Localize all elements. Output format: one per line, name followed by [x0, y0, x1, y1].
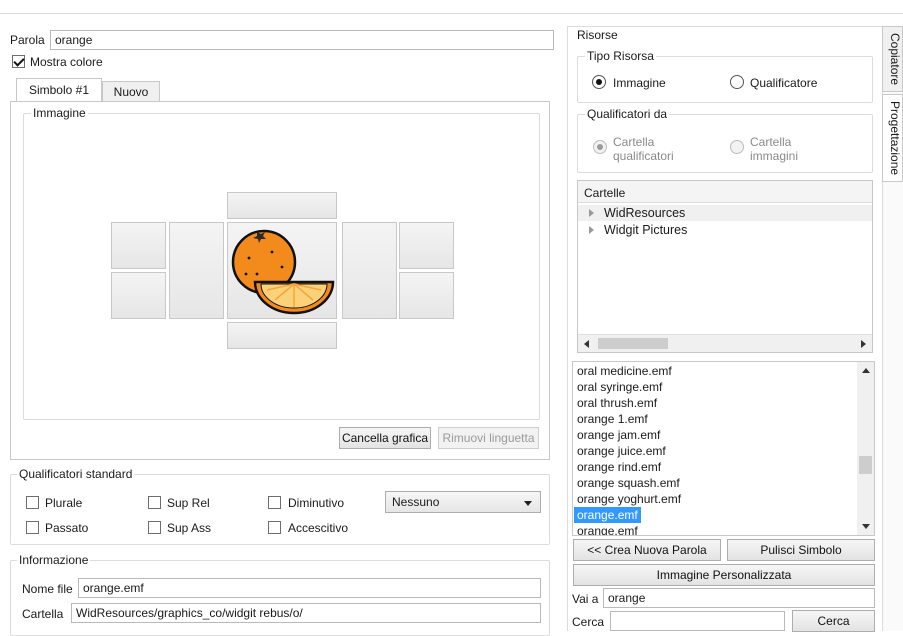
folder-images-radio[interactable]: [730, 140, 744, 154]
tree-item-label: Widgit Pictures: [604, 223, 688, 237]
list-item[interactable]: orange.emf: [577, 523, 638, 535]
resource-type-title: Tipo Risorsa: [585, 49, 656, 63]
augmentative-label: Accescitivo: [288, 521, 349, 535]
create-new-word-button[interactable]: << Crea Nuova Parola: [573, 539, 721, 561]
slot-left-outer-top[interactable]: [111, 222, 166, 269]
type-qualifier-label: Qualificatore: [750, 76, 818, 90]
scroll-left-icon[interactable]: [584, 340, 589, 348]
folder-qualifiers-radio[interactable]: [593, 140, 607, 154]
tab-new-label: Nuovo: [113, 85, 149, 99]
filename-field[interactable]: orange.emf: [78, 578, 541, 598]
folder-images-label-1: Cartella: [750, 135, 792, 149]
slot-left-outer-bottom[interactable]: [111, 272, 166, 319]
side-tab-copiatore[interactable]: Copiatore: [882, 26, 903, 92]
resources-title: Risorse: [577, 28, 618, 42]
clear-symbol-button[interactable]: Pulisci Simbolo: [727, 539, 875, 561]
augmentative-checkbox[interactable]: [268, 521, 281, 534]
scroll-up-icon[interactable]: [862, 368, 870, 373]
tree-item-widresources[interactable]: WidResources: [578, 205, 872, 221]
sup-rel-checkbox[interactable]: [148, 496, 161, 509]
chevron-down-icon: [524, 501, 532, 506]
file-list-scrollbar[interactable]: [857, 362, 874, 535]
diminutive-checkbox[interactable]: [268, 496, 281, 509]
diminutive-label: Diminutivo: [288, 496, 345, 510]
expand-arrow-icon: [589, 226, 594, 234]
word-label: Parola: [10, 33, 45, 47]
search-label: Cerca: [572, 615, 605, 629]
folder-label: Cartella: [22, 607, 64, 621]
list-item[interactable]: orange jam.emf: [577, 427, 660, 443]
expand-arrow-icon: [589, 209, 594, 217]
file-list[interactable]: oral medicine.emf oral syringe.emf oral …: [572, 361, 875, 536]
qualifiers-from-title: Qualificatori da: [585, 107, 670, 121]
remove-tab-button[interactable]: Rimuovi linguetta: [438, 427, 539, 449]
show-color-checkbox[interactable]: [12, 55, 25, 68]
side-tab-copiatore-label: Copiatore: [888, 32, 902, 86]
folder-field[interactable]: WidResources/graphics_co/widgit rebus/o/: [71, 603, 541, 623]
past-label: Passato: [45, 521, 89, 535]
folders-header: Cartelle: [578, 181, 872, 203]
type-image-label: Immagine: [613, 76, 666, 90]
folder-qualifiers-label-1: Cartella: [613, 135, 655, 149]
side-tab-progettazione[interactable]: Progettazione: [882, 94, 903, 182]
type-qualifier-radio[interactable]: [730, 75, 744, 89]
tab-new[interactable]: Nuovo: [102, 81, 160, 102]
folder-images-label-2: immagini: [750, 149, 799, 163]
slot-top[interactable]: [227, 192, 337, 219]
slot-right-outer-bottom[interactable]: [399, 272, 454, 319]
list-item[interactable]: orange rind.emf: [577, 459, 661, 475]
word-input[interactable]: orange: [50, 30, 554, 50]
tree-item-label: WidResources: [604, 206, 686, 220]
scroll-thumb[interactable]: [859, 456, 872, 474]
slot-bottom[interactable]: [227, 322, 337, 349]
sup-rel-label: Sup Rel: [167, 496, 210, 510]
sup-ass-label: Sup Ass: [167, 521, 212, 535]
image-group-title: Immagine: [31, 106, 88, 120]
goto-input[interactable]: orange: [603, 588, 875, 608]
qualifier-select-value: Nessuno: [392, 495, 440, 509]
scroll-thumb[interactable]: [598, 338, 668, 349]
show-color-label: Mostra colore: [30, 55, 103, 69]
tree-item-widgit-pictures[interactable]: Widgit Pictures: [578, 222, 872, 238]
orange-picture: [231, 229, 335, 315]
plural-checkbox[interactable]: [26, 496, 39, 509]
tab-symbol-1[interactable]: Simbolo #1: [16, 78, 102, 102]
scroll-right-icon[interactable]: [861, 340, 866, 348]
plural-label: Plurale: [45, 496, 83, 510]
slot-right-outer-top[interactable]: [399, 222, 454, 269]
list-item[interactable]: oral syringe.emf: [577, 379, 662, 395]
list-item-selected[interactable]: orange.emf: [574, 507, 641, 523]
filename-label: Nome file: [22, 582, 73, 596]
list-item[interactable]: orange squash.emf: [577, 475, 680, 491]
qualifiers-title: Qualificatori standard: [17, 467, 135, 481]
slot-left-inner[interactable]: [169, 222, 224, 319]
list-item[interactable]: oral thrush.emf: [577, 395, 657, 411]
folders-tree[interactable]: Cartelle WidResources Widgit Pictures: [577, 180, 873, 353]
info-title: Informazione: [17, 553, 91, 567]
clear-graphic-button[interactable]: Cancella grafica: [339, 427, 431, 449]
qualifier-select[interactable]: Nessuno: [385, 491, 541, 513]
info-group: [10, 560, 550, 636]
slot-right-inner[interactable]: [342, 222, 397, 319]
tab-symbol-1-label: Simbolo #1: [28, 83, 90, 97]
folders-header-label: Cartelle: [584, 186, 626, 200]
scroll-down-icon[interactable]: [862, 524, 870, 529]
tree-horizontal-scrollbar[interactable]: [578, 334, 872, 352]
list-item[interactable]: orange yoghurt.emf: [577, 491, 681, 507]
custom-image-button[interactable]: Immagine Personalizzata: [573, 564, 875, 586]
top-divider: [0, 13, 903, 14]
side-tab-progettazione-label: Progettazione: [888, 100, 902, 176]
sup-ass-checkbox[interactable]: [148, 521, 161, 534]
goto-label: Vai a: [572, 592, 599, 606]
search-button[interactable]: Cerca: [792, 610, 875, 632]
list-item[interactable]: orange juice.emf: [577, 443, 666, 459]
list-item[interactable]: orange 1.emf: [577, 411, 648, 427]
folder-qualifiers-label-2: qualificatori: [613, 149, 674, 163]
search-input[interactable]: [610, 611, 785, 631]
list-item[interactable]: oral medicine.emf: [577, 363, 672, 379]
type-image-radio[interactable]: [592, 75, 606, 89]
past-checkbox[interactable]: [26, 521, 39, 534]
